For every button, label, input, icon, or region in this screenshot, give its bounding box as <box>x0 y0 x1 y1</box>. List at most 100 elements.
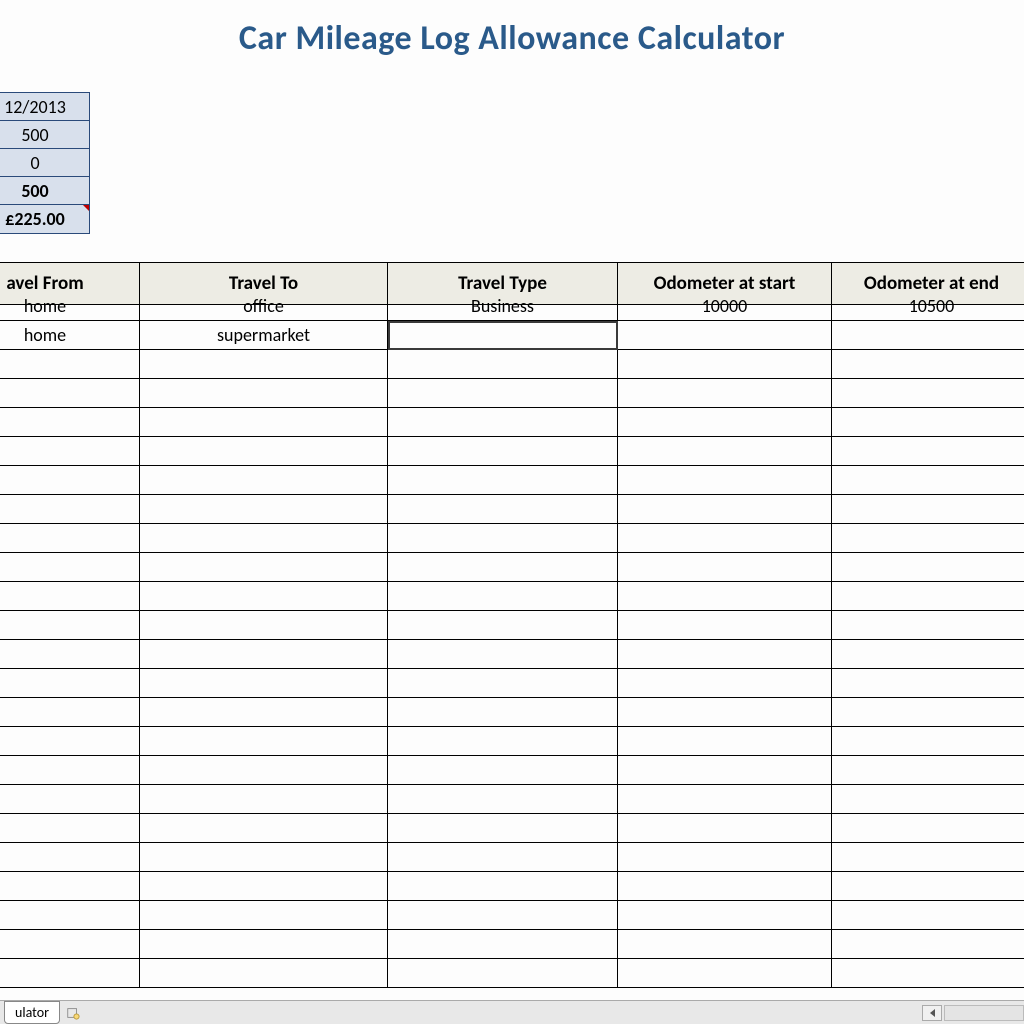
cell-empty[interactable] <box>388 553 618 582</box>
cell-empty[interactable] <box>832 495 1024 524</box>
cell-empty[interactable] <box>0 727 140 756</box>
cell-empty[interactable] <box>0 582 140 611</box>
cell-empty[interactable] <box>618 379 832 408</box>
cell-empty[interactable] <box>388 785 618 814</box>
cell-empty[interactable] <box>140 727 388 756</box>
cell-empty[interactable] <box>618 785 832 814</box>
cell-empty[interactable] <box>832 611 1024 640</box>
cell-empty[interactable] <box>0 814 140 843</box>
cell-empty[interactable] <box>140 698 388 727</box>
scroll-left-button[interactable] <box>922 1005 942 1021</box>
cell-empty[interactable] <box>140 437 388 466</box>
cell-empty[interactable] <box>618 495 832 524</box>
cell-travel-type[interactable]: Business <box>388 292 618 321</box>
cell-travel-from[interactable]: home <box>0 292 140 321</box>
cell-empty[interactable] <box>618 901 832 930</box>
cell-empty[interactable] <box>832 408 1024 437</box>
cell-empty[interactable] <box>0 669 140 698</box>
cell-empty[interactable] <box>388 727 618 756</box>
cell-empty[interactable] <box>388 466 618 495</box>
cell-empty[interactable] <box>618 553 832 582</box>
cell-empty[interactable] <box>832 814 1024 843</box>
cell-empty[interactable] <box>618 350 832 379</box>
cell-empty[interactable] <box>618 756 832 785</box>
cell-empty[interactable] <box>0 495 140 524</box>
cell-empty[interactable] <box>140 959 388 988</box>
cell-empty[interactable] <box>140 553 388 582</box>
cell-empty[interactable] <box>832 582 1024 611</box>
summary-date[interactable]: 12/2013 <box>0 93 89 121</box>
cell-empty[interactable] <box>618 640 832 669</box>
cell-empty[interactable] <box>832 698 1024 727</box>
cell-empty[interactable] <box>388 959 618 988</box>
cell-empty[interactable] <box>0 350 140 379</box>
cell-empty[interactable] <box>0 640 140 669</box>
cell-travel-type-active[interactable]: Personal Business <box>388 321 618 350</box>
cell-empty[interactable] <box>388 582 618 611</box>
cell-empty[interactable] <box>140 930 388 959</box>
cell-empty[interactable] <box>388 814 618 843</box>
cell-empty[interactable] <box>140 785 388 814</box>
cell-empty[interactable] <box>832 727 1024 756</box>
cell-empty[interactable] <box>832 669 1024 698</box>
cell-empty[interactable] <box>140 495 388 524</box>
cell-empty[interactable] <box>140 843 388 872</box>
cell-empty[interactable] <box>140 524 388 553</box>
cell-empty[interactable] <box>618 872 832 901</box>
cell-travel-to[interactable]: office <box>140 292 388 321</box>
cell-empty[interactable] <box>0 930 140 959</box>
cell-empty[interactable] <box>618 727 832 756</box>
cell-empty[interactable] <box>832 466 1024 495</box>
cell-odometer-end[interactable]: 10500 <box>832 292 1024 321</box>
cell-empty[interactable] <box>832 524 1024 553</box>
cell-empty[interactable] <box>388 901 618 930</box>
cell-empty[interactable] <box>140 872 388 901</box>
cell-empty[interactable] <box>618 466 832 495</box>
cell-empty[interactable] <box>388 640 618 669</box>
cell-empty[interactable] <box>0 959 140 988</box>
cell-empty[interactable] <box>388 408 618 437</box>
cell-empty[interactable] <box>0 785 140 814</box>
cell-empty[interactable] <box>618 437 832 466</box>
cell-empty[interactable] <box>140 611 388 640</box>
cell-empty[interactable] <box>618 408 832 437</box>
cell-empty[interactable] <box>618 669 832 698</box>
cell-empty[interactable] <box>832 640 1024 669</box>
summary-value-2[interactable]: 0 <box>0 149 89 177</box>
cell-empty[interactable] <box>388 524 618 553</box>
cell-empty[interactable] <box>388 872 618 901</box>
cell-empty[interactable] <box>618 582 832 611</box>
summary-value-3[interactable]: 500 <box>0 177 89 205</box>
cell-empty[interactable] <box>140 379 388 408</box>
summary-value-1[interactable]: 500 <box>0 121 89 149</box>
cell-empty[interactable] <box>0 553 140 582</box>
cell-empty[interactable] <box>832 930 1024 959</box>
cell-empty[interactable] <box>388 930 618 959</box>
cell-empty[interactable] <box>388 611 618 640</box>
cell-travel-from[interactable]: home <box>0 321 140 350</box>
cell-empty[interactable] <box>0 756 140 785</box>
cell-empty[interactable] <box>388 698 618 727</box>
cell-empty[interactable] <box>618 814 832 843</box>
cell-empty[interactable] <box>140 669 388 698</box>
cell-empty[interactable] <box>832 785 1024 814</box>
cell-odometer-end[interactable] <box>832 321 1024 350</box>
cell-empty[interactable] <box>618 843 832 872</box>
cell-empty[interactable] <box>388 756 618 785</box>
cell-empty[interactable] <box>832 843 1024 872</box>
cell-empty[interactable] <box>140 582 388 611</box>
cell-empty[interactable] <box>388 843 618 872</box>
cell-empty[interactable] <box>0 466 140 495</box>
sheet-tab[interactable]: ulator <box>4 1001 60 1024</box>
cell-empty[interactable] <box>832 959 1024 988</box>
cell-empty[interactable] <box>832 756 1024 785</box>
cell-odometer-start[interactable] <box>618 321 832 350</box>
summary-amount[interactable]: £225.00 <box>0 205 89 233</box>
cell-travel-to[interactable]: supermarket <box>140 321 388 350</box>
new-sheet-icon[interactable] <box>66 1006 80 1020</box>
cell-empty[interactable] <box>140 408 388 437</box>
cell-empty[interactable] <box>0 843 140 872</box>
cell-empty[interactable] <box>0 698 140 727</box>
cell-empty[interactable] <box>140 466 388 495</box>
cell-empty[interactable] <box>388 379 618 408</box>
